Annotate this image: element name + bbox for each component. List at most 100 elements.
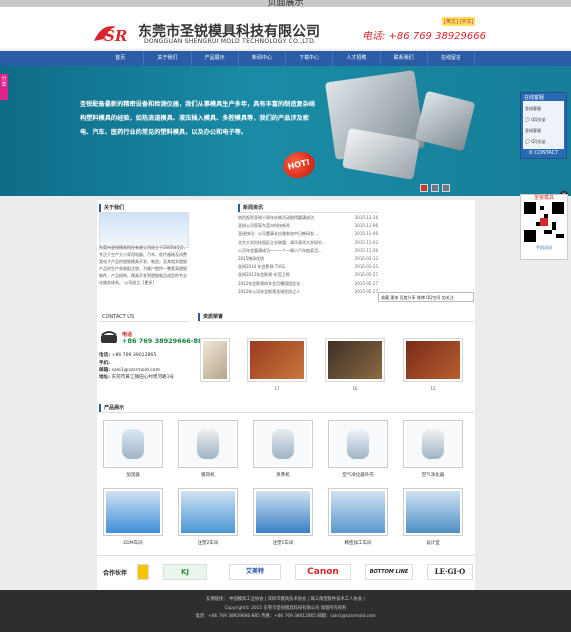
- company-logo[interactable]: SR: [90, 21, 136, 47]
- news-title[interactable]: 圣锐公司荣获东莞市科技新秀: [238, 222, 290, 230]
- product-thumbnail[interactable]: [328, 488, 388, 536]
- nav-item-news[interactable]: 新闻中心: [239, 51, 286, 66]
- product-image: [106, 491, 160, 533]
- product-caption[interactable]: 加湿器: [103, 472, 163, 478]
- product-thumbnail[interactable]: [328, 420, 388, 468]
- partner-logo-kj[interactable]: KJ: [163, 564, 207, 580]
- footer: 友情链接： 中国模具工业协会 | 深圳市模具技术协会 | 珠三角塑胶件技术工人协…: [0, 590, 571, 632]
- product-thumbnail[interactable]: [253, 420, 313, 468]
- nav-item-message[interactable]: 在线留言: [428, 51, 475, 66]
- contact-button[interactable]: ✆ CONTACT: [521, 149, 566, 158]
- product-caption[interactable]: 精密加工车间: [328, 540, 388, 546]
- certificate-image[interactable]: [200, 338, 230, 382]
- product-image: [181, 491, 235, 533]
- product-image: [406, 423, 460, 465]
- product-image: [256, 491, 310, 533]
- contact-address: 地址: 东莞市黄江镇田心村周河路1号: [99, 374, 175, 380]
- product-thumbnail[interactable]: [178, 420, 238, 468]
- product-image: [256, 423, 310, 465]
- partner-logo-airmate[interactable]: 艾美特: [229, 564, 281, 580]
- cert-caption: 15: [430, 386, 436, 391]
- cs-body: 圣锐客服 💬 QQ交谈 圣锐客服 💬 QQ交谈: [523, 101, 564, 149]
- product-thumbnail[interactable]: [103, 420, 163, 468]
- news-title[interactable]: 圣锐快讯：公司董事长应邀参加中日韩研发...: [238, 230, 318, 238]
- product-caption[interactable]: 空气净化器外壳: [328, 472, 388, 478]
- footer-links[interactable]: 友情链接： 中国模具工业协会 | 深圳市模具技术协会 | 珠三角塑胶件技术工人协…: [0, 596, 571, 605]
- product-thumbnail[interactable]: [403, 420, 463, 468]
- news-item[interactable]: 圣锐2014 年会影视-TVS1 2015-02-25: [238, 263, 378, 271]
- news-title[interactable]: 2012年公司年会影视圣锐优质之人: [238, 288, 300, 296]
- news-item[interactable]: 2012年公司年会影视圣锐优质之人 2015-05-27: [238, 288, 378, 296]
- news-title[interactable]: 2012年会影视的年会月播国国会议: [238, 280, 300, 288]
- news-title[interactable]: 热烈祝贺圣锐十周年庆典活动取得圆满成功: [238, 214, 314, 222]
- partner-logo-canon[interactable]: Canon: [295, 564, 351, 580]
- tel-number: +86 769 38929666-885: [122, 337, 208, 345]
- product-caption[interactable]: 空气净化器: [403, 472, 463, 478]
- nav-item-home[interactable]: 首页: [97, 51, 145, 66]
- news-date: 2015-11-06: [354, 231, 378, 237]
- news-item[interactable]: 2015博采优质 2015-03-13: [238, 255, 378, 263]
- news-item[interactable]: 圣锐2013年会影视-东莞卫视 2015-05-27: [238, 271, 378, 279]
- product-caption[interactable]: 暖风机: [178, 472, 238, 478]
- pager-dot[interactable]: [420, 184, 428, 192]
- qr-title: 圣锐模具: [533, 195, 554, 201]
- product-thumbnail[interactable]: [178, 488, 238, 536]
- news-item[interactable]: 公司年会圆满成功——一个一辆小汽车抽奖活... 2015-11-26: [238, 247, 378, 255]
- product-thumbnail[interactable]: [403, 488, 463, 536]
- nav-item-jobs[interactable]: 人才招聘: [333, 51, 381, 66]
- company-name-en: DONGGUAN SHENGRUI MOLD TECHNOLOGY CO.,LT…: [144, 38, 317, 45]
- product-thumbnail[interactable]: [253, 488, 313, 536]
- banner-pager: [420, 184, 450, 192]
- news-date: 2015-12-26: [354, 215, 378, 220]
- product-thumbnail[interactable]: [103, 488, 163, 536]
- product-caption[interactable]: 注塑2车间: [178, 540, 238, 546]
- news-title[interactable]: 2015博采优质: [238, 255, 264, 263]
- news-title[interactable]: 北京大学科技园区企业联盟、清华清华大学研究...: [238, 239, 326, 247]
- partner-logo-bottomline[interactable]: BOTTOM LINE: [365, 564, 413, 580]
- news-item[interactable]: 北京大学科技园区企业联盟、清华清华大学研究... 2015-11-03: [238, 239, 378, 247]
- product-caption[interactable]: 蒸茶机: [253, 472, 313, 478]
- product-caption[interactable]: 设计室: [403, 540, 463, 546]
- news-date: 2015-05-27: [354, 280, 378, 286]
- news-title[interactable]: 公司年会圆满成功——一个一辆小汽车抽奖活...: [238, 247, 322, 255]
- pager-dot[interactable]: [431, 184, 439, 192]
- about-title: 关于我们: [99, 204, 124, 212]
- news-item[interactable]: 圣锐快讯：公司董事长应邀参加中日韩研发... 2015-11-06: [238, 230, 378, 238]
- share-tab[interactable]: 分享: [0, 74, 8, 100]
- qq-chat-button[interactable]: 💬 QQ交谈: [525, 136, 562, 147]
- about-text: 东莞市圣锐模具科技有限公司成立于2005年5月，专注于生产大小家用电器、汽车、医…: [99, 245, 188, 285]
- certificate-image[interactable]: [325, 338, 385, 382]
- certificate-image[interactable]: [403, 338, 463, 382]
- news-title[interactable]: 圣锐2014 年会影视-TVS1: [238, 263, 285, 271]
- news-item[interactable]: 热烈祝贺圣锐十周年庆典活动取得圆满成功 2015-12-26: [238, 214, 378, 222]
- qq-chat-button[interactable]: 💬 QQ交谈: [525, 114, 562, 125]
- product-caption[interactable]: EDM车间: [103, 540, 163, 546]
- share-widget[interactable]: 收藏 惠来 百度分享 微博 QQ空间 加关注: [378, 292, 474, 302]
- product-image: [406, 491, 460, 533]
- news-date: 2015-11-26: [354, 247, 378, 253]
- news-date: 2015-11-06: [354, 223, 378, 229]
- contact-email[interactable]: 邮箱: sale1@szsrmold.com: [99, 367, 189, 375]
- news-item[interactable]: 2012年会影视的年会月播国国会议 2015-05-27: [238, 280, 378, 288]
- header: SR 东莞市圣锐模具科技有限公司 DONGGUAN SHENGRUI MOLD …: [0, 7, 571, 49]
- header-phone: 电话: +86 769 38929666: [362, 31, 486, 42]
- product-image: [331, 491, 385, 533]
- nav-item-about[interactable]: 关于我们: [144, 51, 192, 66]
- nav-item-download[interactable]: 下载中心: [286, 51, 334, 66]
- nav-item-products[interactable]: 产品展示: [192, 51, 239, 66]
- factory-image: [99, 212, 189, 248]
- news-date: 2015-03-13: [354, 256, 378, 262]
- cert-caption: 17: [274, 386, 280, 391]
- news-title[interactable]: 圣锐2013年会影视-东莞卫视: [238, 271, 290, 279]
- news-item[interactable]: 圣锐公司荣获东莞市科技新秀 2015-11-06: [238, 222, 378, 230]
- language-switch[interactable]: [英文] [中文]: [442, 17, 476, 26]
- product-image: [331, 423, 385, 465]
- pager-dot[interactable]: [442, 184, 450, 192]
- product-caption[interactable]: 注塑1车间: [253, 540, 313, 546]
- nav-item-contact[interactable]: 联系我们: [381, 51, 428, 66]
- partner-logo[interactable]: [137, 564, 149, 580]
- cert-caption: 16: [352, 386, 358, 391]
- hero-banner[interactable]: 圣锐配备最新的精密设备和检测仪器，我们从事模具生产多年，具有丰富的制造复杂结构塑…: [0, 66, 571, 196]
- certificate-image[interactable]: [247, 338, 307, 382]
- partner-logo-legio[interactable]: LE·GI·O: [427, 564, 473, 580]
